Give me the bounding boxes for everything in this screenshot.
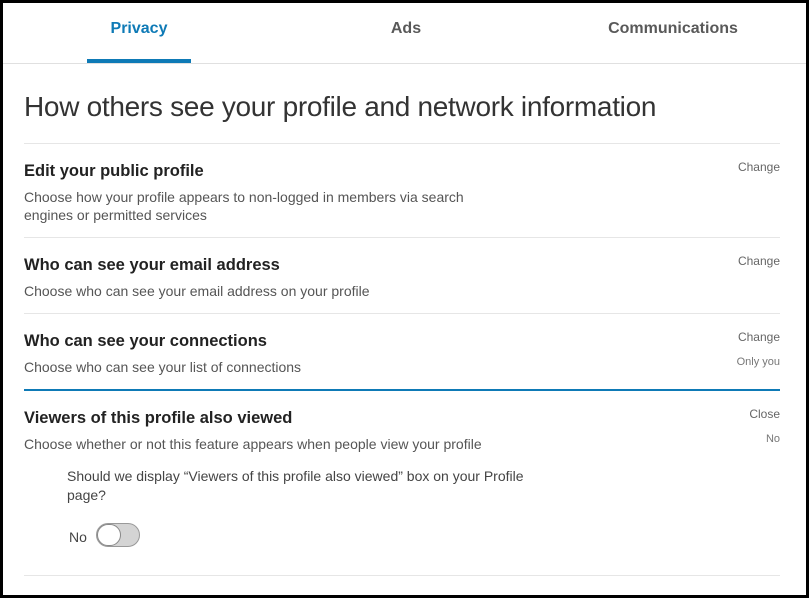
section-description: Choose who can see your email address on… [24,283,370,299]
section-description: Choose how your profile appears to non-l… [24,189,464,223]
section-description: Choose who can see your list of connecti… [24,359,302,375]
section-description: Choose whether or not this feature appea… [24,436,482,452]
current-setting-value: No [765,433,780,445]
viewers-also-viewed-toggle[interactable] [96,523,140,547]
tab-communications[interactable]: Communications [593,3,753,63]
next-section [24,575,780,595]
setting-question: Should we display “Viewers of this profi… [67,468,524,503]
section-title: Who can see your connections [24,332,267,350]
section-connections-visibility[interactable]: Who can see your connections Choose who … [24,313,780,390]
section-title: Edit your public profile [24,162,204,180]
section-public-profile[interactable]: Edit your public profile Choose how your… [24,143,780,238]
toggle-knob [97,524,121,546]
tab-bar: Privacy Ads Communications [3,3,806,64]
active-tab-indicator [87,59,191,63]
settings-page: Privacy Ads Communications How others se… [3,3,806,595]
section-title: Viewers of this profile also viewed [24,409,293,427]
close-button[interactable]: Close [749,407,780,421]
page-title: How others see your profile and network … [24,91,657,122]
change-button[interactable]: Change [738,254,780,268]
tab-ads[interactable]: Ads [356,3,456,63]
section-viewers-also-viewed: Viewers of this profile also viewed Choo… [24,389,780,577]
current-setting-value: Only you [736,356,780,368]
section-email-visibility[interactable]: Who can see your email address Choose wh… [24,237,780,314]
change-button[interactable]: Change [738,160,780,174]
toggle-state-label: No [69,529,87,545]
tab-privacy[interactable]: Privacy [87,3,191,63]
section-title: Who can see your email address [24,256,280,274]
change-button[interactable]: Change [738,330,780,344]
